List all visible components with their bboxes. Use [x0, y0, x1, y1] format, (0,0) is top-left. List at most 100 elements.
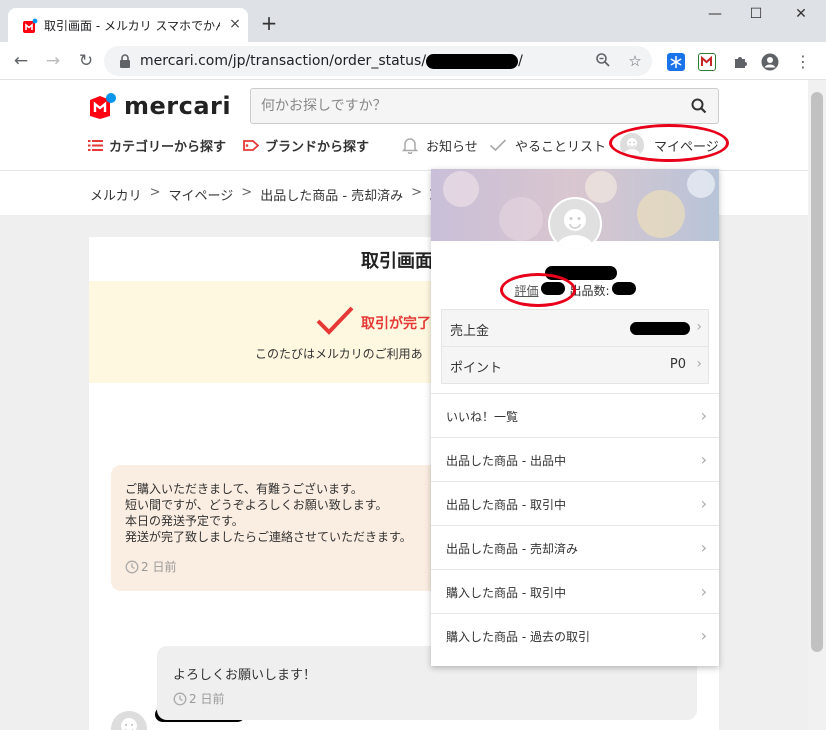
chevron-right-icon: › — [696, 356, 702, 372]
menu-item-label: 購入した商品 - 過去の取引 — [446, 630, 590, 644]
clock-icon — [173, 692, 187, 705]
timestamp-text: 2 日前 — [189, 692, 225, 706]
message-line: よろしくお願いします！ — [173, 668, 317, 683]
maximize-button[interactable]: ☐ — [744, 6, 768, 26]
url-text: mercari.com/jp/transaction/order_status/… — [140, 53, 523, 69]
points-value: P0 — [669, 357, 686, 372]
notice-heading: 取引が完了 — [361, 316, 431, 332]
breadcrumb: メルカリ > マイページ > 出品した商品 - 売却済み > 取引 — [90, 185, 456, 204]
minimize-button[interactable]: — — [703, 6, 727, 26]
message-timestamp: 2 日前 — [125, 559, 176, 575]
redacted-listings-count — [611, 282, 636, 295]
chevron-right-icon: › — [700, 406, 707, 425]
page-title: 取引画面 — [361, 251, 433, 272]
sales-label: 売上金 — [450, 324, 490, 339]
lock-icon — [120, 54, 130, 68]
browser-toolbar: ← → ↻ mercari.com/jp/transaction/order_s… — [0, 42, 826, 80]
browser-titlebar: 取引画面 - メルカリ スマホでかんたん × + — ☐ ✕ — [0, 0, 826, 42]
chevron-right-icon: › — [700, 538, 707, 557]
mercari-logo[interactable]: mercari — [88, 90, 231, 122]
chevron-right-icon: › — [696, 319, 702, 335]
message-bubble: ご購入いただきまして、有難うございます。 短い間ですが、どうぞよろしくお願い致し… — [111, 465, 451, 591]
user-avatar-icon — [121, 718, 137, 730]
nav-todo-link[interactable]: やることリスト — [489, 135, 606, 155]
redacted-rating — [541, 282, 566, 295]
mercari-favicon-icon — [23, 18, 38, 33]
search-icon[interactable] — [690, 97, 708, 115]
nav-notice-link[interactable]: お知らせ — [402, 135, 478, 155]
mercari-logo-icon — [90, 93, 116, 119]
menu-item-purchase-history[interactable]: 購入した商品 - 過去の取引 › — [431, 613, 719, 657]
nav-category-label: カテゴリーから探す — [109, 139, 227, 155]
address-bar[interactable]: mercari.com/jp/transaction/order_status/… — [104, 46, 652, 76]
menu-item-listing-active[interactable]: 出品した商品 - 出品中 › — [431, 437, 719, 481]
extensions-puzzle-icon[interactable] — [731, 53, 749, 71]
tab-close-button[interactable]: × — [226, 15, 244, 33]
menu-item-listing-in-progress[interactable]: 出品した商品 - 取引中 › — [431, 481, 719, 525]
redacted-username — [545, 266, 617, 280]
chevron-right-icon: › — [700, 450, 707, 469]
bookmark-star-icon[interactable]: ☆ — [626, 52, 644, 70]
browser-menu-icon[interactable]: ⋮ — [794, 53, 812, 71]
menu-item-purchase-in-progress[interactable]: 購入した商品 - 取引中 › — [431, 569, 719, 613]
forward-arrow-icon[interactable]: → — [42, 50, 64, 72]
tag-icon — [243, 139, 259, 151]
menu-item-likes[interactable]: いいね！一覧 › — [431, 393, 719, 437]
logo-text: mercari — [124, 92, 232, 120]
nav-mypage-link[interactable]: マイページ — [620, 133, 719, 157]
extension-snowflake-icon[interactable] — [667, 53, 685, 71]
new-tab-button[interactable]: + — [259, 13, 279, 33]
points-row[interactable]: ポイント P0 › — [442, 347, 708, 384]
message-line: ご購入いただきまして、有難うございます。 — [125, 482, 363, 496]
menu-item-listing-sold[interactable]: 出品した商品 - 売却済み › — [431, 525, 719, 569]
balance-box: 売上金 › ポイント P0 › — [441, 309, 709, 384]
message-line: 本日の発送予定です。 — [125, 514, 244, 528]
breadcrumb-item-sold[interactable]: 出品した商品 - 売却済み — [260, 185, 403, 204]
clock-icon — [125, 560, 139, 574]
nav-brand-label: ブランドから探す — [265, 139, 370, 155]
extension-m-icon[interactable] — [698, 53, 716, 71]
sender-avatar[interactable] — [111, 711, 147, 730]
redacted-sales-amount — [630, 322, 690, 335]
page-scrollbar[interactable] — [808, 80, 826, 730]
breadcrumb-separator: > — [149, 185, 161, 200]
breadcrumb-separator: > — [411, 185, 423, 200]
checkmark-icon — [316, 306, 354, 335]
tab-title: 取引画面 - メルカリ スマホでかんたん — [44, 19, 220, 33]
list-icon — [88, 139, 103, 151]
profile-avatar[interactable] — [548, 197, 602, 251]
chevron-right-icon: › — [700, 582, 707, 601]
bell-icon — [402, 138, 418, 154]
notice-body: このたびはメルカリのご利用あ — [255, 347, 423, 361]
reload-icon[interactable]: ↻ — [75, 50, 97, 72]
url-prefix: mercari.com/jp/transaction/order_status/ — [140, 53, 427, 69]
close-window-button[interactable]: ✕ — [789, 6, 813, 26]
url-suffix: / — [518, 53, 523, 69]
search-input[interactable] — [251, 89, 681, 123]
user-avatar-icon — [620, 133, 644, 157]
timestamp-text: 2 日前 — [141, 560, 177, 574]
zoom-icon[interactable] — [594, 52, 612, 70]
menu-item-label: 出品した商品 - 売却済み — [446, 542, 578, 556]
search-box — [250, 88, 719, 124]
nav-brand-link[interactable]: ブランドから探す — [243, 135, 369, 155]
rating-link[interactable]: 評価 — [514, 282, 538, 299]
breadcrumb-separator: > — [241, 185, 253, 200]
nav-notice-label: お知らせ — [426, 139, 478, 155]
message-line: 短い間ですが、どうぞよろしくお願い致します。 — [125, 498, 388, 512]
scrollbar-thumb[interactable] — [811, 92, 823, 652]
sales-balance-row[interactable]: 売上金 › — [442, 310, 708, 347]
breadcrumb-item-home[interactable]: メルカリ — [90, 185, 142, 204]
message-timestamp: 2 日前 — [173, 690, 224, 707]
breadcrumb-item-mypage[interactable]: マイページ — [169, 185, 234, 204]
message-line: 発送が完了致しましたらご連絡させていただきます。 — [125, 530, 412, 544]
browser-tab[interactable]: 取引画面 - メルカリ スマホでかんたん × — [8, 8, 248, 42]
menu-item-label: 購入した商品 - 取引中 — [446, 586, 566, 600]
chevron-right-icon: › — [700, 494, 707, 513]
back-arrow-icon[interactable]: ← — [10, 50, 32, 72]
profile-stats: 評価 出品数: — [431, 282, 719, 299]
nav-category-link[interactable]: カテゴリーから探す — [88, 135, 226, 155]
listings-label: 出品数: — [569, 284, 610, 298]
menu-item-label: いいね！一覧 — [446, 410, 519, 424]
profile-icon[interactable] — [761, 53, 779, 71]
